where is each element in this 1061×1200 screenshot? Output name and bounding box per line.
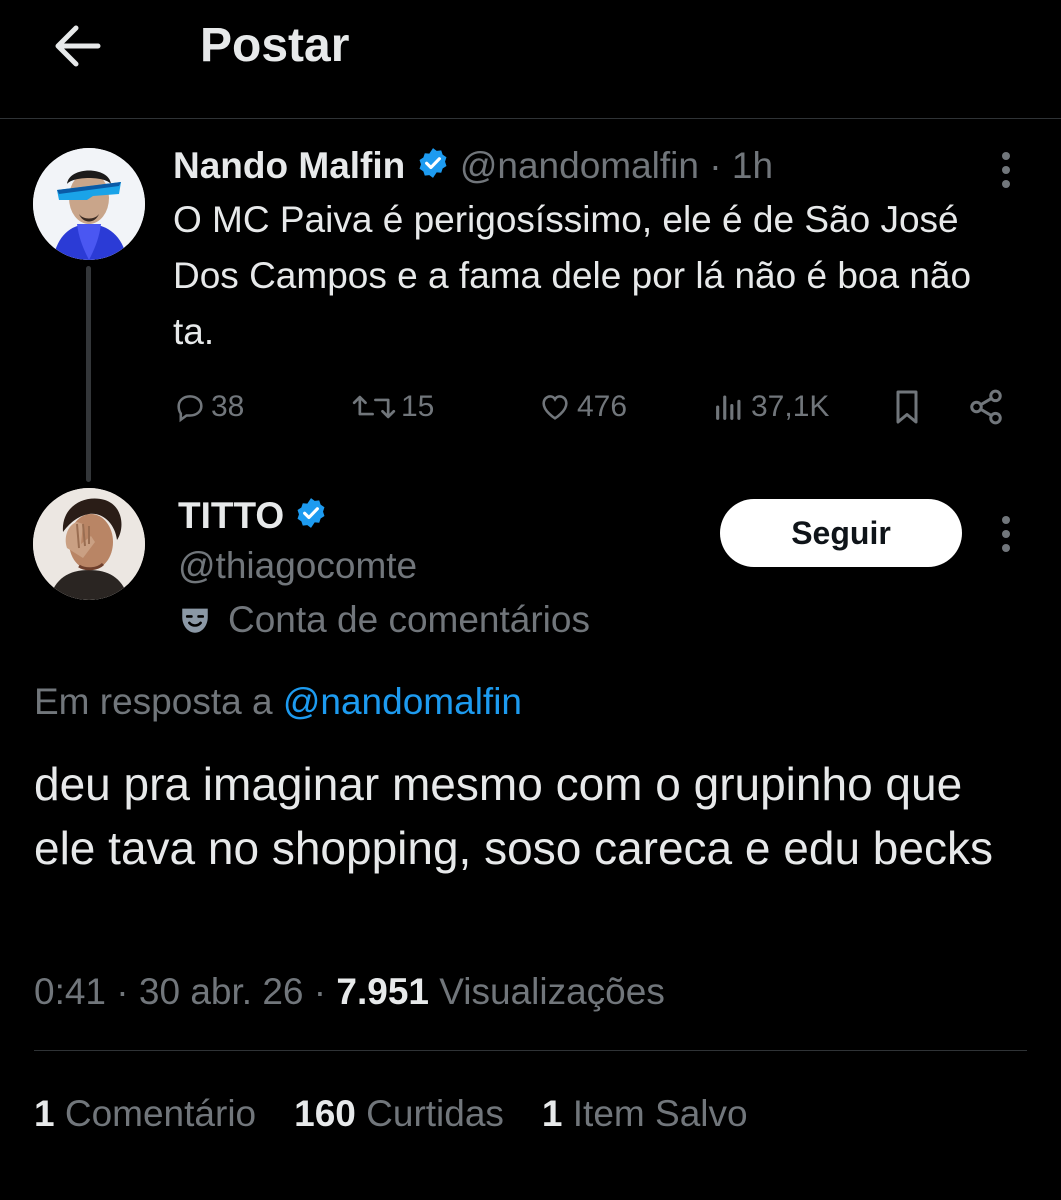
account-label-text: Conta de comentários: [228, 599, 590, 640]
tweet-header: Nando Malfin @nandomalfin · 1h: [173, 140, 773, 194]
tweet-date: 30 abr. 26: [138, 971, 304, 1012]
views-total: 7.951: [336, 971, 429, 1012]
share-icon: [970, 389, 1002, 425]
more-options-icon[interactable]: [1000, 514, 1012, 554]
tweet-actions: 38 15 476 37,1K: [173, 382, 1033, 432]
theater-masks-icon: [178, 603, 212, 637]
divider: [34, 1050, 1027, 1051]
bookmark-button[interactable]: [889, 382, 929, 432]
tweet-time: · 1h: [709, 145, 774, 186]
tweet-text: O MC Paiva é perigosíssimo, ele é de São…: [173, 199, 972, 352]
views-button[interactable]: 37,1K: [711, 382, 829, 432]
stat-comments[interactable]: 1 Comentário: [34, 1088, 256, 1140]
verified-badge-icon: [294, 492, 328, 544]
tweet-time-of-day: 0:41: [34, 971, 107, 1012]
stat-label: Curtidas: [366, 1093, 504, 1134]
reply-text: deu pra imaginar mesmo com o grupinho qu…: [34, 758, 993, 874]
top-bar: [0, 0, 1061, 119]
engagement-stats: 1 Comentário 160 Curtidas 1 Item Salvo: [34, 1088, 748, 1140]
tweet-timestamp: 0:41 · 30 abr. 26 · 7.951 Visualizações: [34, 971, 665, 1012]
bookmark-icon: [896, 390, 918, 424]
stat-saves[interactable]: 1 Item Salvo: [542, 1088, 748, 1140]
views-icon: [716, 395, 741, 420]
like-button[interactable]: 476: [537, 382, 627, 432]
retweet-count: 15: [401, 390, 435, 423]
avatar-titto[interactable]: [33, 488, 145, 600]
author-name[interactable]: Nando Malfin: [173, 145, 405, 186]
reply-author-handle[interactable]: @thiagocomte: [178, 540, 417, 592]
page-title: Postar: [200, 19, 350, 72]
verified-badge-icon: [416, 142, 450, 194]
views-label: Visualizações: [439, 971, 665, 1012]
more-options-icon[interactable]: [1000, 150, 1012, 190]
account-label: Conta de comentários: [178, 594, 590, 646]
author-handle[interactable]: @nandomalfin: [460, 145, 699, 186]
share-button[interactable]: [967, 382, 1009, 432]
reply-author-header: TITTO: [178, 490, 328, 544]
reply-author-name[interactable]: TITTO: [178, 495, 284, 536]
stat-count: 1: [34, 1093, 55, 1134]
replying-to: Em resposta a @nandomalfin: [34, 676, 522, 728]
stat-label: Comentário: [64, 1093, 257, 1134]
like-count: 476: [577, 390, 628, 423]
stat-likes[interactable]: 160 Curtidas: [294, 1088, 504, 1140]
retweet-icon: [352, 395, 396, 419]
replying-prefix: Em resposta a: [34, 681, 273, 722]
avatar-nando-malfin[interactable]: [33, 148, 145, 260]
replying-mention-link[interactable]: @nandomalfin: [283, 681, 522, 722]
views-count: 37,1K: [751, 390, 830, 423]
arrow-left-icon[interactable]: [50, 18, 106, 74]
stat-label: Item Salvo: [572, 1093, 748, 1134]
retweet-button[interactable]: 15: [351, 382, 434, 432]
thread-connector: [86, 266, 91, 482]
reply-button[interactable]: 38: [173, 382, 244, 432]
stat-count: 160: [294, 1093, 356, 1134]
heart-icon: [542, 395, 568, 420]
stat-count: 1: [541, 1093, 563, 1134]
reply-count: 38: [211, 390, 245, 423]
reply-icon: [177, 395, 203, 423]
follow-button[interactable]: Seguir: [720, 499, 962, 567]
